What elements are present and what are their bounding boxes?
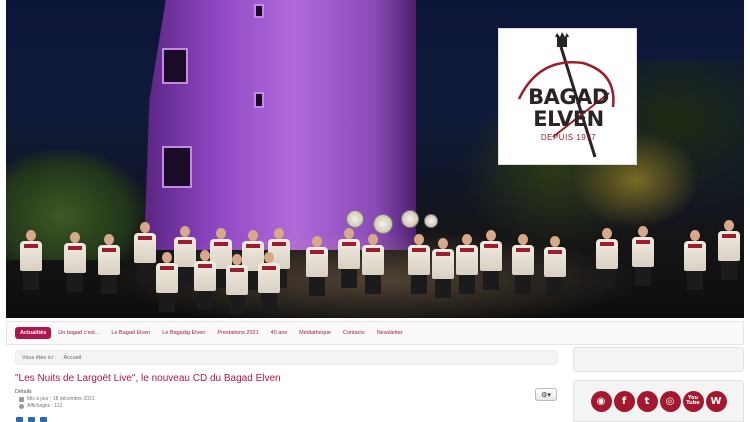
musician [480, 230, 502, 290]
share-linkedin-icon[interactable] [40, 417, 47, 422]
musician [408, 234, 430, 294]
tower-window [254, 92, 264, 108]
twitter-icon[interactable]: t [636, 390, 658, 412]
nav-item[interactable]: Actualités [15, 327, 52, 339]
hero-banner: BAGAD ELVEN DEPUIS 1977 [6, 0, 744, 318]
musician [258, 252, 280, 312]
musician [64, 232, 86, 292]
share-facebook-icon[interactable] [16, 417, 23, 422]
nav-item[interactable]: Contacts [338, 327, 370, 339]
musician [596, 228, 618, 288]
article-views: Affichages : 112 [19, 403, 62, 409]
tower-window [162, 48, 188, 84]
rss-icon[interactable]: ◉ [590, 390, 612, 412]
share-buttons [16, 417, 47, 422]
gear-icon: ⚙▾ [541, 391, 551, 399]
eye-icon [19, 403, 24, 409]
castle-tower [144, 0, 416, 250]
breadcrumb: Vous êtes ici : Accueil [15, 350, 558, 365]
instagram-icon[interactable]: ◎ [659, 390, 681, 412]
wikipedia-icon[interactable]: W [705, 390, 727, 412]
facebook-icon[interactable]: f [613, 390, 635, 412]
musician [20, 230, 42, 290]
nav-item[interactable]: Le Bagad Elven [106, 327, 155, 339]
nav-item[interactable]: Newsletter [372, 327, 408, 339]
musician [684, 230, 706, 290]
social-links-module: ◉ f t ◎ You Tube W [573, 380, 744, 422]
tower-window [162, 146, 192, 188]
calendar-icon [19, 396, 24, 402]
musician [512, 234, 534, 294]
musician [718, 220, 740, 280]
nav-item[interactable]: 40 ans [266, 327, 293, 339]
drum [373, 214, 393, 234]
logo-subtitle: DEPUIS 1977 [540, 133, 597, 142]
nav-item[interactable]: Prestations 2021 [212, 327, 263, 339]
nav-item[interactable]: Un bagad c'est... [53, 327, 104, 339]
breadcrumb-home-link[interactable]: Accueil [63, 355, 81, 361]
sidebar-module [573, 347, 744, 372]
logo-title-line1: BAGAD [528, 85, 609, 109]
musician [338, 228, 360, 288]
musician [456, 234, 478, 294]
musician [134, 222, 156, 282]
drum [401, 210, 419, 228]
musician [544, 236, 566, 296]
share-twitter-icon[interactable] [28, 417, 35, 422]
musician [362, 234, 384, 294]
nav-item[interactable]: Le Bagadig Elven [157, 327, 210, 339]
musician [306, 236, 328, 296]
drum [346, 210, 364, 228]
article-views-text: Affichages : 112 [27, 403, 63, 409]
details-label: Détails [15, 389, 32, 395]
article-updated-text: Mis à jour : 18 décembre 2021 [27, 396, 95, 402]
musician [432, 238, 454, 298]
main-navigation: Actualités Un bagad c'est... Le Bagad Elve… [6, 321, 744, 345]
musician [194, 250, 216, 310]
musician [632, 226, 654, 286]
bagad-elven-logo: BAGAD ELVEN DEPUIS 1977 [498, 28, 637, 165]
article-title[interactable]: "Les Nuits de Largoët Live", le nouveau … [15, 373, 515, 384]
youtube-icon[interactable]: You Tube [682, 390, 704, 412]
article-tools-button[interactable]: ⚙▾ [535, 388, 557, 401]
tower-window [254, 4, 264, 18]
breadcrumb-prefix: Vous êtes ici : [22, 355, 56, 361]
nav-item[interactable]: Médiathèque [294, 327, 336, 339]
article-updated: Mis à jour : 18 décembre 2021 [19, 396, 95, 402]
musician [98, 234, 120, 294]
logo-title-line2: ELVEN [533, 107, 604, 131]
drum [424, 214, 438, 228]
musician [156, 252, 178, 312]
musician [226, 254, 248, 314]
